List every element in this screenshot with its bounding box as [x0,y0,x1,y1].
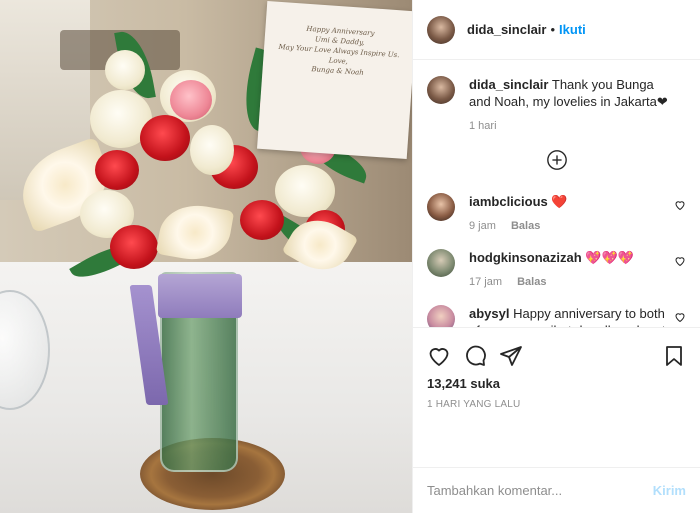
post-header: dida_sinclair • Ikuti [413,0,700,60]
heart-icon[interactable] [427,344,451,368]
likes-count[interactable]: 13,241 suka [427,376,686,391]
post-timestamp: 1 HARI YANG LALU [427,399,521,410]
post-photo[interactable]: Happy Anniversary Umi & Daddy, May Your … [0,0,412,513]
commenter-avatar[interactable] [427,193,455,221]
bookmark-icon[interactable] [662,344,686,368]
greeting-card: Happy Anniversary Umi & Daddy, May Your … [257,0,412,160]
comment-text: ❤️ [551,194,568,209]
comment-composer: Kirim [413,467,700,513]
post-side-panel: dida_sinclair • Ikuti dida_sinclair Than… [412,0,700,513]
commenter-avatar[interactable] [427,249,455,277]
caption-time[interactable]: 1 hari [469,120,497,132]
comment-like-icon[interactable] [674,311,686,323]
comment-like-icon[interactable] [674,199,686,211]
reply-button[interactable]: Balas [511,220,540,232]
follow-button[interactable]: Ikuti [559,22,586,37]
comment-body: abysyl Happy anniversary to both of u.se… [469,305,686,327]
post-comment-button[interactable]: Kirim [653,483,686,498]
comment-icon[interactable] [463,344,487,368]
commenter-avatar[interactable] [427,305,455,327]
share-icon[interactable] [499,344,523,368]
post-actions: 13,241 suka 1 HARI YANG LALU [413,327,700,467]
caption-meta: 1 hari [469,118,668,135]
action-icons [427,336,686,376]
comment-item: hodgkinsonazizah 💖💖💖 17 jam Balas [427,249,686,291]
load-more [427,149,686,171]
author-username[interactable]: dida_sinclair [467,22,546,37]
caption: dida_sinclair Thank you Bunga and Noah, … [427,76,686,135]
caption-username[interactable]: dida_sinclair [469,77,548,92]
comment-meta: 9 jam Balas [469,218,668,235]
comment-time[interactable]: 9 jam [469,220,496,232]
comment-item: abysyl Happy anniversary to both of u.se… [427,305,686,327]
author-avatar[interactable] [427,15,455,44]
plus-circle-icon[interactable] [546,149,568,171]
comment-username[interactable]: hodgkinsonazizah [469,250,582,265]
comment-time[interactable]: 17 jam [469,276,502,288]
comment-input[interactable] [427,483,653,498]
comment-body: iambclicious ❤️ 9 jam Balas [469,193,686,235]
comment-text: 💖💖💖 [585,250,634,265]
reply-button[interactable]: Balas [517,276,546,288]
comments-list[interactable]: dida_sinclair Thank you Bunga and Noah, … [413,60,700,327]
comment-body: hodgkinsonazizah 💖💖💖 17 jam Balas [469,249,686,291]
caption-avatar[interactable] [427,76,455,104]
comment-like-icon[interactable] [674,255,686,267]
caption-body: dida_sinclair Thank you Bunga and Noah, … [469,76,686,135]
comment-username[interactable]: iambclicious [469,194,548,209]
comment-item: iambclicious ❤️ 9 jam Balas [427,193,686,235]
header-separator: • [550,22,556,37]
comment-meta: 17 jam Balas [469,274,668,291]
post-modal: Happy Anniversary Umi & Daddy, May Your … [0,0,700,513]
comment-username[interactable]: abysyl [469,306,509,321]
